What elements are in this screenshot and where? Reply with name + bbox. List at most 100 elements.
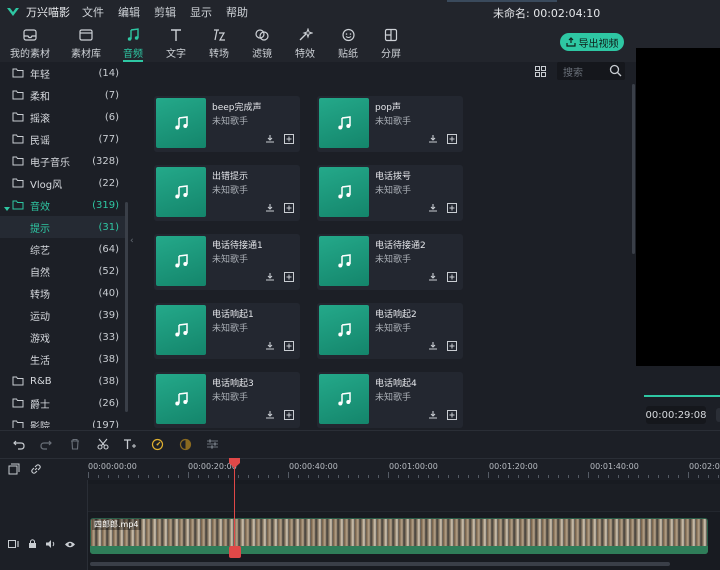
track-number-icon (8, 539, 20, 552)
audio-card[interactable]: 电话响起4 未知歌手 (317, 372, 463, 428)
ruler-tick (228, 475, 229, 478)
audio-mixer-icon[interactable] (206, 438, 219, 453)
download-icon[interactable] (428, 272, 438, 285)
grid-view-icon[interactable] (535, 66, 546, 80)
speed-icon[interactable] (151, 438, 164, 454)
audio-card[interactable]: 电话响起2 未知歌手 (317, 303, 463, 359)
download-icon[interactable] (265, 341, 275, 354)
download-icon[interactable] (428, 134, 438, 147)
preview-canvas[interactable] (636, 48, 720, 366)
audio-card[interactable]: 电话拨号 未知歌手 (317, 165, 463, 221)
timeline-scrollbar[interactable] (90, 562, 670, 566)
ruler-tick (208, 475, 209, 478)
audio-card[interactable]: beep完成声 未知歌手 (154, 96, 300, 152)
add-to-timeline-icon[interactable] (447, 410, 457, 423)
add-to-timeline-icon[interactable] (284, 410, 294, 423)
download-icon[interactable] (265, 272, 275, 285)
music-thumbnail-icon (156, 236, 206, 286)
search-icon[interactable] (609, 64, 622, 80)
add-text-icon[interactable] (123, 438, 137, 453)
add-to-timeline-icon[interactable] (284, 203, 294, 216)
add-to-timeline-icon[interactable] (284, 272, 294, 285)
ruler-tick (298, 475, 299, 478)
expand-arrow-icon[interactable] (4, 202, 10, 215)
mute-speaker-icon[interactable] (45, 539, 56, 552)
split-scissors-icon[interactable] (97, 438, 109, 453)
menu-help[interactable]: 帮助 (226, 4, 248, 20)
tab-transition[interactable]: 转场 (197, 26, 241, 60)
menu-file[interactable]: 文件 (82, 4, 104, 20)
tab-library[interactable]: 素材库 (64, 26, 108, 60)
audio-card[interactable]: 电话待接通2 未知歌手 (317, 234, 463, 290)
audio-card[interactable]: pop声 未知歌手 (317, 96, 463, 152)
redo-icon[interactable] (40, 438, 52, 453)
add-to-timeline-icon[interactable] (284, 134, 294, 147)
collapse-sidebar-icon[interactable]: ‹ (130, 236, 138, 250)
add-to-timeline-icon[interactable] (447, 272, 457, 285)
color-correction-icon[interactable] (179, 438, 192, 454)
download-icon[interactable] (265, 203, 275, 216)
subcategory-item[interactable]: 综艺 (64) (0, 238, 128, 260)
category-item[interactable]: R&B (38) (0, 370, 128, 392)
export-video-button[interactable]: 导出视频 (560, 33, 624, 51)
delete-icon[interactable] (69, 438, 81, 453)
download-icon[interactable] (428, 410, 438, 423)
menu-clip[interactable]: 剪辑 (154, 4, 176, 20)
timeline-ruler[interactable]: 00:00:00:00 00:00:20:00 00:00:40:00 00:0… (88, 458, 720, 480)
subcategory-item-selected[interactable]: 提示 (31) (0, 216, 128, 238)
link-icon[interactable] (30, 463, 42, 478)
tab-effects[interactable]: 特效 (283, 26, 327, 60)
category-item[interactable]: 电子音乐 (328) (0, 150, 128, 172)
category-item[interactable]: 年轻 (14) (0, 62, 128, 84)
download-icon[interactable] (265, 410, 275, 423)
menu-edit[interactable]: 编辑 (118, 4, 140, 20)
lock-icon[interactable] (28, 538, 37, 552)
playhead-split-handle[interactable] (229, 546, 241, 558)
tab-label: 特效 (295, 49, 315, 60)
app-logo-icon (6, 5, 20, 19)
download-icon[interactable] (428, 203, 438, 216)
category-item[interactable]: 柔和 (7) (0, 84, 128, 106)
visibility-eye-icon[interactable] (64, 539, 76, 552)
download-icon[interactable] (428, 341, 438, 354)
category-item[interactable]: 影院 (197) (0, 414, 128, 428)
audio-card[interactable]: 电话响起3 未知歌手 (154, 372, 300, 428)
add-to-timeline-icon[interactable] (447, 341, 457, 354)
audio-card[interactable]: 电话待接通1 未知歌手 (154, 234, 300, 290)
ruler-tick (428, 475, 429, 478)
tab-label: 音频 (123, 49, 143, 60)
subcategory-item[interactable]: 转场 (40) (0, 282, 128, 304)
add-to-timeline-icon[interactable] (447, 134, 457, 147)
sidebar-scrollbar[interactable] (125, 202, 128, 412)
tab-filter[interactable]: 滤镜 (240, 26, 284, 60)
grid-scrollbar[interactable] (632, 84, 635, 254)
empty-track[interactable] (88, 484, 720, 512)
playhead-line[interactable] (234, 462, 235, 558)
audio-card[interactable]: 电话响起1 未知歌手 (154, 303, 300, 359)
add-to-timeline-icon[interactable] (447, 203, 457, 216)
category-item[interactable]: 民谣 (77) (0, 128, 128, 150)
category-item[interactable]: Vlog风 (22) (0, 172, 128, 194)
add-to-timeline-icon[interactable] (284, 341, 294, 354)
category-item[interactable]: 爵士 (26) (0, 392, 128, 414)
tab-split-screen[interactable]: 分屏 (369, 26, 413, 60)
subcategory-item[interactable]: 自然 (52) (0, 260, 128, 282)
subcategory-item[interactable]: 生活 (38) (0, 348, 128, 370)
add-track-icon[interactable] (8, 463, 20, 478)
tab-my-media[interactable]: 我的素材 (8, 26, 52, 60)
tab-audio[interactable]: 音频 (111, 26, 155, 62)
download-icon[interactable] (265, 134, 275, 147)
audio-card[interactable]: 出错提示 未知歌手 (154, 165, 300, 221)
category-item[interactable]: 摇滚 (6) (0, 106, 128, 128)
subcategory-item[interactable]: 游戏 (33) (0, 326, 128, 348)
preview-progress-bar[interactable] (644, 395, 720, 397)
tab-sticker[interactable]: 贴纸 (326, 26, 370, 60)
subcategory-item[interactable]: 运动 (39) (0, 304, 128, 326)
playhead-handle[interactable] (229, 458, 240, 468)
preview-volume-button[interactable] (716, 408, 720, 422)
tab-text[interactable]: 文字 (154, 26, 198, 60)
category-name: 音效 (30, 201, 50, 213)
undo-icon[interactable] (13, 438, 25, 453)
category-item-open[interactable]: 音效 (319) (0, 194, 128, 216)
menu-view[interactable]: 显示 (190, 4, 212, 20)
